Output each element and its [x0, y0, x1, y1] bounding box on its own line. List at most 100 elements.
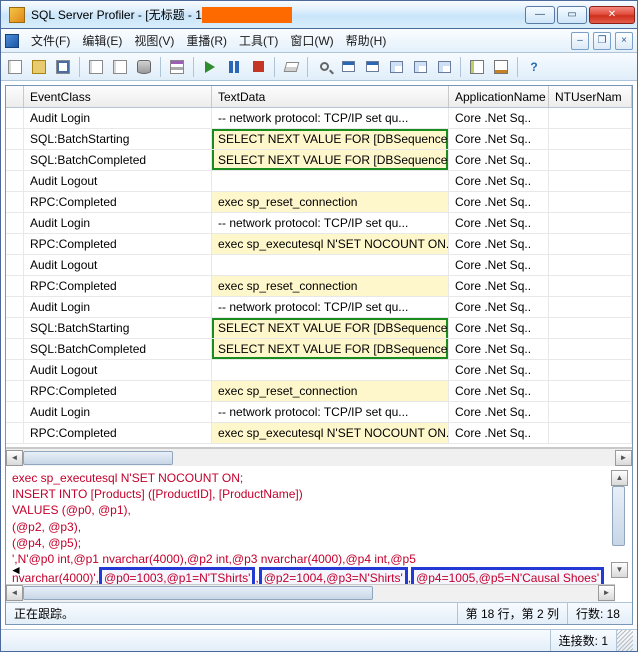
row-header — [6, 318, 24, 338]
menu-help[interactable]: 帮助(H) — [340, 32, 393, 49]
scroll-thumb[interactable] — [612, 486, 625, 546]
menu-view[interactable]: 视图(V) — [128, 32, 180, 49]
cell-textdata: exec sp_executesql N'SET NOCOUNT ON... — [212, 423, 449, 443]
app-icon — [9, 7, 25, 23]
detail-line: (@p4, @p5); — [12, 535, 626, 551]
table-row[interactable]: Audit Login-- network protocol: TCP/IP s… — [6, 108, 632, 129]
grid-2-button[interactable] — [410, 57, 430, 77]
cell-appname: Core .Net Sq.. — [449, 339, 549, 359]
menu-file[interactable]: 文件(F) — [25, 32, 76, 49]
help-button[interactable]: ? — [524, 57, 544, 77]
save-button[interactable] — [53, 57, 73, 77]
cell-ntuser — [549, 213, 632, 233]
table-row[interactable]: Audit Login-- network protocol: TCP/IP s… — [6, 297, 632, 318]
scroll-track[interactable] — [23, 585, 598, 601]
properties-button[interactable] — [167, 57, 187, 77]
detail-vscroll[interactable]: ▲ ▼ — [611, 470, 628, 578]
row-header — [6, 192, 24, 212]
table-row[interactable]: RPC:Completedexec sp_reset_connectionCor… — [6, 276, 632, 297]
stop-button[interactable] — [248, 57, 268, 77]
maximize-button[interactable]: ▭ — [557, 6, 587, 24]
menu-tools[interactable]: 工具(T) — [233, 32, 284, 49]
table-row[interactable]: Audit LogoutCore .Net Sq.. — [6, 171, 632, 192]
grid-1-button[interactable] — [386, 57, 406, 77]
cell-eventclass: Audit Login — [24, 402, 212, 422]
scroll-left-button[interactable]: ◄ — [6, 450, 23, 466]
table-row[interactable]: RPC:Completedexec sp_reset_connectionCor… — [6, 381, 632, 402]
clear-button[interactable] — [281, 57, 301, 77]
grid-icon — [414, 61, 427, 73]
database-icon — [137, 60, 151, 74]
help-icon: ? — [530, 61, 537, 73]
mdi-restore-button[interactable]: ❐ — [593, 32, 611, 50]
grid-hscroll[interactable]: ◄ ► — [6, 448, 632, 466]
scroll-right-button[interactable]: ► — [598, 585, 615, 601]
detail-line: ',N'@p0 int,@p1 nvarchar(4000),@p2 int,@… — [12, 551, 626, 567]
table-row[interactable]: Audit Login-- network protocol: TCP/IP s… — [6, 213, 632, 234]
titlebar[interactable]: SQL Server Profiler - [无标题 - 1 — ▭ ✕ — [1, 1, 637, 29]
detail-pane[interactable]: exec sp_executesql N'SET NOCOUNT ON; INS… — [6, 466, 632, 602]
cell-ntuser — [549, 192, 632, 212]
open-template-button[interactable] — [110, 57, 130, 77]
resize-grip[interactable] — [616, 630, 633, 651]
mdi-control-icon[interactable] — [5, 34, 19, 48]
menu-edit[interactable]: 编辑(E) — [76, 32, 128, 49]
toolbar-separator — [79, 57, 80, 77]
table-row[interactable]: SQL:BatchCompletedSELECT NEXT VALUE FOR … — [6, 339, 632, 360]
menu-replay[interactable]: 重播(R) — [180, 32, 233, 49]
app-statusbar: 连接数: 1 — [1, 629, 637, 651]
detail-line: VALUES (@p0, @p1), — [12, 502, 626, 518]
table-row[interactable]: RPC:Completedexec sp_executesql N'SET NO… — [6, 234, 632, 255]
mdi-minimize-button[interactable]: – — [571, 32, 589, 50]
table-row[interactable]: Audit LogoutCore .Net Sq.. — [6, 255, 632, 276]
cell-appname: Core .Net Sq.. — [449, 213, 549, 233]
cell-eventclass: Audit Logout — [24, 171, 212, 191]
find-button[interactable] — [314, 57, 334, 77]
table-row[interactable]: Audit Login-- network protocol: TCP/IP s… — [6, 402, 632, 423]
cell-ntuser — [549, 423, 632, 443]
window-1-button[interactable] — [338, 57, 358, 77]
scroll-down-button[interactable]: ▼ — [611, 562, 628, 578]
cell-eventclass: RPC:Completed — [24, 276, 212, 296]
new-template-button[interactable] — [86, 57, 106, 77]
window-2-button[interactable] — [362, 57, 382, 77]
table-row[interactable]: SQL:BatchStartingSELECT NEXT VALUE FOR [… — [6, 129, 632, 150]
close-button[interactable]: ✕ — [589, 6, 635, 24]
menu-window[interactable]: 窗口(W) — [284, 32, 339, 49]
scroll-track[interactable] — [611, 486, 628, 562]
grid-3-button[interactable] — [434, 57, 454, 77]
grid-icon — [438, 61, 451, 73]
scroll-thumb[interactable] — [23, 451, 173, 465]
scroll-left-button[interactable]: ◄ — [6, 585, 23, 601]
table-row[interactable]: SQL:BatchCompletedSELECT NEXT VALUE FOR … — [6, 150, 632, 171]
col-textdata[interactable]: TextData — [212, 86, 449, 107]
scroll-up-button[interactable]: ▲ — [611, 470, 628, 486]
run-button[interactable] — [200, 57, 220, 77]
table-row[interactable]: RPC:Completedexec sp_executesql N'SET NO… — [6, 423, 632, 444]
row-header — [6, 108, 24, 128]
toggle-button[interactable] — [467, 57, 487, 77]
mdi-close-button[interactable]: × — [615, 32, 633, 50]
minimize-button[interactable]: — — [525, 6, 555, 24]
cell-eventclass: SQL:BatchCompleted — [24, 339, 212, 359]
scroll-thumb[interactable] — [23, 586, 373, 600]
new-trace-button[interactable] — [5, 57, 25, 77]
col-ntuser[interactable]: NTUserNam — [549, 86, 632, 107]
row-header-col[interactable] — [6, 86, 24, 107]
table-row[interactable]: SQL:BatchStartingSELECT NEXT VALUE FOR [… — [6, 318, 632, 339]
grid-body[interactable]: Audit Login-- network protocol: TCP/IP s… — [6, 108, 632, 448]
database-button[interactable] — [134, 57, 154, 77]
col-eventclass[interactable]: EventClass — [24, 86, 212, 107]
stop-icon — [253, 61, 264, 72]
table-row[interactable]: RPC:Completedexec sp_reset_connectionCor… — [6, 192, 632, 213]
col-appname[interactable]: ApplicationName — [449, 86, 549, 107]
open-file-button[interactable] — [29, 57, 49, 77]
pause-button[interactable] — [224, 57, 244, 77]
scroll-right-button[interactable]: ► — [615, 450, 632, 466]
window-icon — [342, 61, 355, 72]
grid-header-row: EventClass TextData ApplicationName NTUs… — [6, 86, 632, 108]
detail-hscroll[interactable]: ◄ ► — [6, 584, 615, 602]
scroll-track[interactable] — [23, 450, 615, 466]
bookmark-button[interactable] — [491, 57, 511, 77]
table-row[interactable]: Audit LogoutCore .Net Sq.. — [6, 360, 632, 381]
